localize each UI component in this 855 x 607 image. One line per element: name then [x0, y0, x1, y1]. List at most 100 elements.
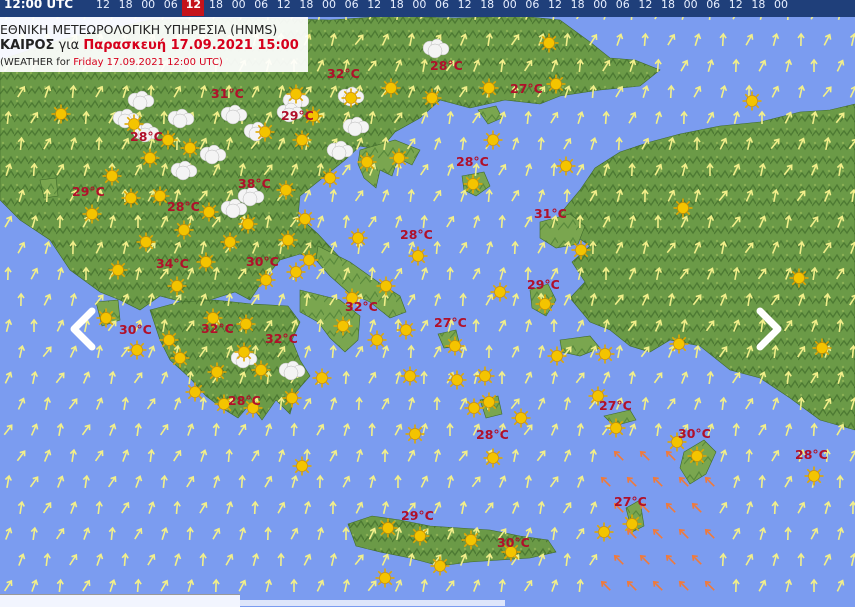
sun-icon	[170, 348, 190, 368]
timeline-tick[interactable]: 12	[182, 0, 205, 16]
sun-icon	[292, 130, 312, 150]
sun-icon	[207, 362, 227, 382]
timeline-tick[interactable]: 18	[657, 0, 679, 16]
sun-icon	[278, 230, 298, 250]
timeline-tick[interactable]: 00	[318, 0, 340, 16]
temperature-label: 30°C	[497, 535, 530, 550]
sun-icon	[535, 294, 555, 314]
temperature-label: 27°C	[434, 315, 467, 330]
timeline-tick[interactable]: 06	[431, 0, 453, 16]
sun-icon	[483, 448, 503, 468]
sun-icon	[622, 514, 642, 534]
timeline-tick[interactable]: 18	[747, 0, 769, 16]
sun-icon	[511, 408, 531, 428]
sun-icon	[286, 262, 306, 282]
timeline-tick[interactable]: 18	[476, 0, 498, 16]
timeline-tick[interactable]: 00	[137, 0, 159, 16]
timeline-tick[interactable]: 00	[589, 0, 611, 16]
timeline-tick[interactable]: 18	[115, 0, 137, 16]
temperature-label: 32°C	[201, 321, 234, 336]
sun-icon	[256, 270, 276, 290]
sun-icon	[546, 74, 566, 94]
utc-label: 12:00 UTC	[4, 0, 74, 11]
sun-icon	[669, 334, 689, 354]
temperature-label: 30°C	[119, 322, 152, 337]
timeline-tick[interactable]: 12	[363, 0, 385, 16]
sun-icon	[333, 316, 353, 336]
temperature-label: 30°C	[246, 254, 279, 269]
timeline-tick[interactable]: 00	[770, 0, 792, 16]
sun-icon	[255, 122, 275, 142]
temperature-label: 28°C	[228, 393, 261, 408]
timeline-tick[interactable]: 18	[567, 0, 589, 16]
temperature-label: 34°C	[156, 256, 189, 271]
sun-icon	[673, 198, 693, 218]
forecast-date-greek: Παρασκευή 17.09.2021 15:00	[83, 38, 299, 53]
temperature-label: 27°C	[614, 494, 647, 509]
sun-icon	[102, 166, 122, 186]
timeline-tick[interactable]: 06	[521, 0, 543, 16]
sun-icon	[475, 366, 495, 386]
sun-icon	[595, 344, 615, 364]
sun-icon	[121, 188, 141, 208]
sun-icon	[185, 382, 205, 402]
sun-icon	[174, 220, 194, 240]
sun-icon	[381, 78, 401, 98]
sun-icon	[812, 338, 832, 358]
sun-icon	[479, 392, 499, 412]
timeline-tick[interactable]: 00	[680, 0, 702, 16]
timeline-tick[interactable]: 06	[250, 0, 272, 16]
bottom-panel-edge	[240, 600, 505, 606]
english-prefix: (WEATHER for	[0, 57, 70, 68]
sun-icon	[136, 232, 156, 252]
sun-icon	[389, 148, 409, 168]
timeline-tick[interactable]: 06	[160, 0, 182, 16]
sun-icon	[490, 282, 510, 302]
forecast-title: ΚΑΙΡΟΣ για Παρασκευή 17.09.2021 15:00	[0, 38, 299, 53]
timeline-tick[interactable]: 18	[295, 0, 317, 16]
sun-icon	[408, 246, 428, 266]
temperature-label: 27°C	[510, 81, 543, 96]
weather-word: ΚΑΙΡΟΣ	[0, 38, 55, 53]
sun-icon	[320, 168, 340, 188]
sun-icon	[804, 466, 824, 486]
timeline-tick[interactable]: 06	[702, 0, 724, 16]
sun-icon	[140, 148, 160, 168]
sun-icon	[312, 368, 332, 388]
sun-icon	[357, 152, 377, 172]
sun-icon	[282, 388, 302, 408]
sun-icon	[410, 526, 430, 546]
timeline-tick[interactable]: 12	[725, 0, 747, 16]
timeline-tick[interactable]: 12	[634, 0, 656, 16]
timeline-tick[interactable]: 12	[92, 0, 114, 16]
timeline-tick[interactable]: 12	[454, 0, 476, 16]
timeline-tick[interactable]: 06	[612, 0, 634, 16]
temperature-label: 28°C	[430, 58, 463, 73]
sun-icon	[367, 330, 387, 350]
timeline-tick[interactable]: 12	[273, 0, 295, 16]
temperature-label: 29°C	[281, 108, 314, 123]
sun-icon	[539, 33, 559, 53]
temperature-label: 28°C	[795, 447, 828, 462]
chevron-left-icon[interactable]	[64, 305, 104, 353]
timeline-tick[interactable]: 00	[228, 0, 250, 16]
sun-icon	[180, 138, 200, 158]
timeline-tick[interactable]: 12	[544, 0, 566, 16]
temperature-label: 28°C	[476, 427, 509, 442]
sun-icon	[286, 84, 306, 104]
timeline-tick[interactable]: 06	[341, 0, 363, 16]
sun-icon	[400, 366, 420, 386]
chevron-right-icon[interactable]	[748, 305, 788, 353]
sun-icon	[238, 214, 258, 234]
forecast-subtitle: (WEATHER for Friday 17.09.2021 12:00 UTC…	[0, 57, 223, 68]
timeline-tick[interactable]: 00	[408, 0, 430, 16]
temperature-label: 31°C	[211, 86, 244, 101]
temperature-label: 29°C	[527, 277, 560, 292]
sun-icon	[82, 204, 102, 224]
timeline-tick[interactable]: 18	[205, 0, 227, 16]
sun-icon	[687, 446, 707, 466]
sun-icon	[430, 556, 450, 576]
timeline-tick[interactable]: 00	[499, 0, 521, 16]
temperature-label: 38°C	[238, 176, 271, 191]
timeline-tick[interactable]: 18	[386, 0, 408, 16]
